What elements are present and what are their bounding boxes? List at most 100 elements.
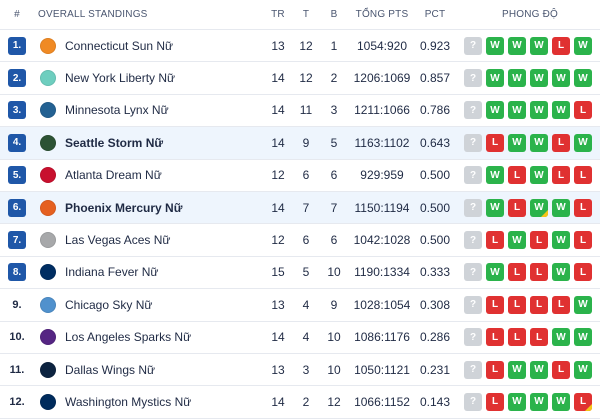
loss-badge[interactable]: L <box>552 36 570 55</box>
loss-badge[interactable]: L <box>552 166 570 185</box>
win-badge[interactable]: W <box>508 101 526 120</box>
team-name[interactable]: Seattle Storm Nữ <box>65 136 163 150</box>
loss-badge[interactable]: L <box>530 295 548 314</box>
win-badge[interactable]: W <box>530 166 548 185</box>
upcoming-match-badge[interactable]: ? <box>464 360 482 379</box>
team-name[interactable]: Connecticut Sun Nữ <box>65 39 173 53</box>
upcoming-match-badge[interactable]: ? <box>464 198 482 217</box>
win-badge[interactable]: W <box>552 198 570 217</box>
team-name-cell[interactable]: Las Vegas Aces Nữ <box>65 224 265 255</box>
win-badge[interactable]: W <box>530 133 548 152</box>
loss-badge[interactable]: L <box>574 198 592 217</box>
loss-badge[interactable]: L <box>486 328 504 347</box>
loss-badge[interactable]: L <box>508 328 526 347</box>
table-row[interactable]: 4. Seattle Storm Nữ 14 9 5 1163:1102 0.643? L W W… <box>0 127 600 160</box>
win-badge[interactable]: W <box>530 101 548 120</box>
win-badge[interactable]: W <box>574 69 592 88</box>
win-badge[interactable]: W <box>486 198 504 217</box>
win-badge[interactable]: W <box>530 392 548 411</box>
team-name-cell[interactable]: Connecticut Sun Nữ <box>65 30 265 61</box>
team-name-cell[interactable]: Phoenix Mercury Nữ <box>65 192 265 223</box>
loss-badge[interactable]: L <box>552 295 570 314</box>
loss-badge[interactable]: L <box>574 263 592 282</box>
win-badge[interactable]: W <box>486 36 504 55</box>
upcoming-match-badge[interactable]: ? <box>464 392 482 411</box>
loss-badge[interactable]: L <box>486 392 504 411</box>
table-row[interactable]: 3. Minnesota Lynx Nữ 14 11 3 1211:1066 0.786? W… <box>0 95 600 128</box>
win-badge[interactable]: W <box>486 101 504 120</box>
win-badge[interactable]: W <box>486 69 504 88</box>
loss-badge[interactable]: L <box>552 133 570 152</box>
team-name[interactable]: Chicago Sky Nữ <box>65 298 152 312</box>
win-badge[interactable]: W <box>574 133 592 152</box>
loss-badge[interactable]: L <box>508 198 526 217</box>
team-name[interactable]: Los Angeles Sparks Nữ <box>65 330 191 344</box>
upcoming-match-badge[interactable]: ? <box>464 133 482 152</box>
win-badge[interactable]: W <box>530 36 548 55</box>
team-name[interactable]: Atlanta Dream Nữ <box>65 168 162 182</box>
loss-badge[interactable]: L <box>574 166 592 185</box>
table-row[interactable]: 11. Dallas Wings Nữ 13 3 10 1050:1121 0.231? L W… <box>0 354 600 387</box>
win-badge[interactable]: W <box>574 295 592 314</box>
loss-badge[interactable]: L <box>530 263 548 282</box>
loss-badge[interactable]: L <box>508 295 526 314</box>
loss-badge[interactable]: L <box>530 231 548 250</box>
loss-badge[interactable]: L <box>508 166 526 185</box>
win-badge[interactable]: W <box>508 231 526 250</box>
header-points[interactable]: TỔNG PTS <box>346 0 418 29</box>
upcoming-match-badge[interactable]: ? <box>464 231 482 250</box>
team-name-cell[interactable]: Atlanta Dream Nữ <box>65 160 265 191</box>
team-name-cell[interactable]: Los Angeles Sparks Nữ <box>65 322 265 353</box>
loss-badge[interactable]: L <box>486 360 504 379</box>
win-badge[interactable]: W <box>574 360 592 379</box>
loss-badge[interactable]: L <box>574 101 592 120</box>
table-row[interactable]: 1. Connecticut Sun Nữ 13 12 1 1054:920 0.923? W… <box>0 30 600 63</box>
win-badge[interactable]: W <box>530 69 548 88</box>
upcoming-match-badge[interactable]: ? <box>464 328 482 347</box>
win-badge[interactable]: W <box>574 36 592 55</box>
win-badge[interactable]: W <box>552 101 570 120</box>
loss-badge[interactable]: L <box>486 295 504 314</box>
upcoming-match-badge[interactable]: ? <box>464 263 482 282</box>
win-badge[interactable]: W <box>574 328 592 347</box>
loss-badge[interactable]: L <box>530 328 548 347</box>
win-badge[interactable]: W <box>552 231 570 250</box>
team-name-cell[interactable]: Washington Mystics Nữ <box>65 386 265 417</box>
team-name[interactable]: Las Vegas Aces Nữ <box>65 233 170 247</box>
table-row[interactable]: 2. New York Liberty Nữ 14 12 2 1206:1069 0.857… <box>0 62 600 95</box>
team-name[interactable]: New York Liberty Nữ <box>65 71 175 85</box>
loss-badge[interactable]: L <box>486 133 504 152</box>
team-name-cell[interactable]: Dallas Wings Nữ <box>65 354 265 385</box>
upcoming-match-badge[interactable]: ? <box>464 101 482 120</box>
table-row[interactable]: 12. Washington Mystics Nữ 14 2 12 1066:1152 0.… <box>0 386 600 419</box>
header-title[interactable]: OVERALL STANDINGS <box>38 0 238 29</box>
loss-badge[interactable]: L <box>552 360 570 379</box>
loss-badge[interactable]: L <box>508 263 526 282</box>
upcoming-match-badge[interactable]: ? <box>464 69 482 88</box>
team-name[interactable]: Minnesota Lynx Nữ <box>65 103 169 117</box>
table-row[interactable]: 7. Las Vegas Aces Nữ 12 6 6 1042:1028 0.500? L W… <box>0 224 600 257</box>
win-badge[interactable]: W <box>508 69 526 88</box>
team-name-cell[interactable]: New York Liberty Nữ <box>65 62 265 93</box>
loss-badge[interactable]: L <box>486 231 504 250</box>
win-badge[interactable]: W <box>508 392 526 411</box>
win-badge[interactable]: W <box>508 360 526 379</box>
team-name-cell[interactable]: Chicago Sky Nữ <box>65 289 265 320</box>
team-name[interactable]: Phoenix Mercury Nữ <box>65 201 182 215</box>
loss-badge[interactable]: L <box>574 231 592 250</box>
win-badge[interactable]: W <box>486 263 504 282</box>
upcoming-match-badge[interactable]: ? <box>464 295 482 314</box>
team-name[interactable]: Indiana Fever Nữ <box>65 265 158 279</box>
loss-badge[interactable]: L <box>574 392 592 411</box>
win-badge[interactable]: W <box>530 360 548 379</box>
table-row[interactable]: 5. Atlanta Dream Nữ 12 6 6 929:959 0.500? W L W L L <box>0 160 600 192</box>
win-badge[interactable]: W <box>552 392 570 411</box>
team-name-cell[interactable]: Minnesota Lynx Nữ <box>65 95 265 126</box>
table-row[interactable]: 10. Los Angeles Sparks Nữ 14 4 10 1086:1176 0.… <box>0 322 600 354</box>
table-row[interactable]: 9. Chicago Sky Nữ 13 4 9 1028:1054 0.308? L L L L W <box>0 289 600 322</box>
team-name[interactable]: Dallas Wings Nữ <box>65 363 155 377</box>
header-pct[interactable]: PCT <box>414 0 456 29</box>
team-name-cell[interactable]: Seattle Storm Nữ <box>65 127 265 158</box>
win-badge[interactable]: W <box>552 69 570 88</box>
win-badge[interactable]: W <box>552 328 570 347</box>
